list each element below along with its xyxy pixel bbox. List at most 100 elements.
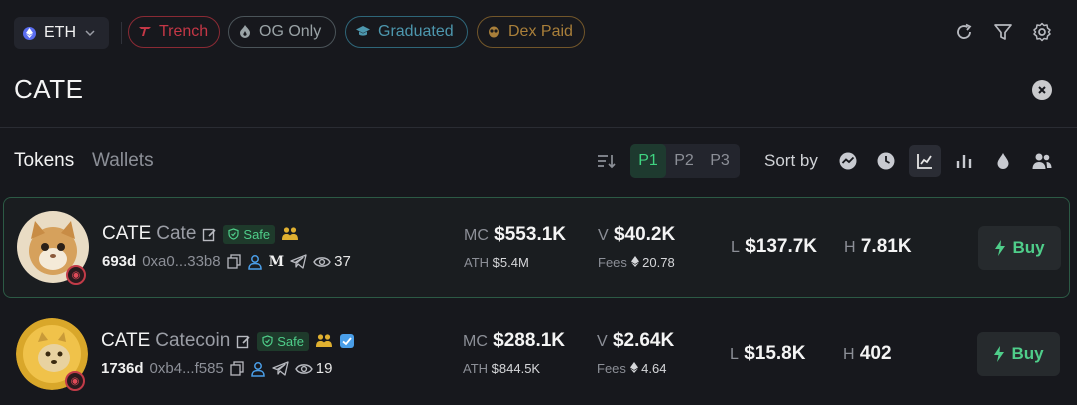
divider	[0, 127, 1077, 128]
chain-label: ETH	[44, 24, 76, 41]
volume-label: V	[598, 227, 609, 244]
volume: V $2.64K	[597, 330, 674, 352]
token-name-line: CATE Catecoin Safe	[101, 330, 355, 352]
liquidity-value: $137.7K	[745, 236, 818, 257]
token-name-line: CATE Cate Safe	[102, 223, 299, 245]
fees-label: Fees	[597, 361, 626, 376]
verified-icon	[340, 334, 355, 348]
fees-value: 20.78	[642, 255, 675, 270]
dev-wallet-icon[interactable]	[247, 254, 263, 270]
eye-icon	[313, 256, 331, 268]
users-icon[interactable]	[1030, 149, 1054, 173]
volume-value: $40.2K	[613, 224, 676, 245]
clear-search-button[interactable]	[1032, 80, 1052, 100]
trench-icon	[138, 25, 152, 40]
liquidity-value: $15.8K	[744, 343, 806, 364]
token-ticker: CATE	[101, 330, 151, 351]
sort-by-label: Sort by	[764, 151, 818, 170]
filter-icon[interactable]	[993, 22, 1013, 42]
volume-value: $2.64K	[612, 330, 675, 351]
chart-line-icon[interactable]	[909, 145, 941, 177]
search-input[interactable]: CATE	[14, 74, 83, 105]
liquidity-label: L	[731, 239, 740, 256]
all-time-high: ATH $5.4M	[464, 255, 529, 270]
safe-label: Safe	[243, 226, 271, 242]
token-ticker: CATE	[102, 223, 152, 244]
launchpad-badge-icon: ◉	[65, 371, 85, 391]
token-row[interactable]: ◉ CATE Catecoin Safe 1736d 0xb4...f585 1…	[3, 304, 1070, 405]
telegram-icon[interactable]	[272, 361, 289, 376]
fees-label: Fees	[598, 255, 627, 270]
settings-icon[interactable]	[1032, 22, 1052, 42]
page-button-p1[interactable]: P1	[630, 144, 666, 178]
holders-label: H	[843, 346, 855, 363]
copy-icon[interactable]	[226, 254, 241, 269]
edit-icon[interactable]	[236, 334, 251, 349]
owl-icon	[487, 24, 501, 41]
page-button-p3[interactable]: P3	[702, 144, 738, 178]
buy-button[interactable]: Buy	[978, 226, 1061, 270]
ath-value: $5.4M	[492, 255, 529, 270]
list-sort-icon[interactable]	[596, 152, 616, 170]
page-button-p2[interactable]: P2	[666, 144, 702, 178]
ethereum-icon	[23, 26, 36, 40]
filter-dex-paid[interactable]: Dex Paid	[477, 16, 585, 48]
mc-value: $288.1K	[493, 330, 566, 351]
filter-graduated[interactable]: Graduated	[345, 16, 468, 48]
token-age: 1736d	[101, 360, 144, 377]
filter-label: OG Only	[259, 23, 322, 40]
lightning-icon	[995, 240, 1006, 256]
droplet-icon[interactable]	[991, 149, 1015, 173]
tab-tokens[interactable]: Tokens	[14, 150, 74, 172]
refresh-icon[interactable]	[954, 22, 974, 42]
safe-badge: Safe	[223, 224, 276, 244]
edit-icon[interactable]	[202, 227, 217, 242]
filter-label: Graduated	[378, 23, 454, 40]
ethereum-icon	[629, 362, 638, 373]
chevron-down-icon	[85, 30, 95, 37]
buy-button[interactable]: Buy	[977, 332, 1060, 376]
token-address: 0xa0...33b8	[142, 253, 221, 270]
tab-wallets[interactable]: Wallets	[92, 150, 154, 172]
ath-label: ATH	[463, 361, 489, 376]
token-meta-line: 693d 0xa0...33b8 M 37	[102, 253, 351, 270]
flame-icon	[238, 24, 252, 41]
token-meta-line: 1736d 0xb4...f585 19	[101, 360, 332, 377]
token-name: Catecoin	[155, 330, 231, 351]
trend-icon[interactable]	[836, 149, 860, 173]
shield-check-icon	[228, 228, 240, 240]
dev-wallet-icon[interactable]	[250, 361, 266, 377]
holders: H 7.81K	[844, 236, 912, 258]
volume: V $40.2K	[598, 224, 675, 246]
clock-icon[interactable]	[874, 149, 898, 173]
filter-og-only[interactable]: OG Only	[228, 16, 336, 48]
eye-icon	[294, 363, 313, 375]
fees-value: 4.64	[641, 361, 667, 376]
fees: Fees 20.78	[598, 255, 675, 270]
safe-badge: Safe	[257, 331, 310, 351]
bar-chart-icon[interactable]	[952, 149, 976, 173]
volume-label: V	[597, 333, 608, 350]
safe-label: Safe	[277, 333, 305, 349]
market-cap: MC $553.1K	[464, 224, 566, 246]
buy-label: Buy	[1011, 344, 1044, 363]
chain-selector[interactable]: ETH	[14, 17, 109, 49]
mc-label: MC	[464, 227, 489, 244]
telegram-icon[interactable]	[290, 254, 307, 269]
holders-value: 7.81K	[860, 236, 912, 257]
medium-link-icon[interactable]: M	[269, 254, 285, 270]
divider	[121, 22, 122, 44]
token-address: 0xb4...f585	[149, 360, 224, 377]
liquidity: L $137.7K	[731, 236, 817, 258]
copy-icon[interactable]	[230, 361, 244, 376]
holders-value: 402	[859, 343, 892, 364]
token-row[interactable]: ◉ CATE Cate Safe 693d 0xa0...33b8 M 37 M…	[3, 197, 1070, 298]
market-cap: MC $288.1K	[463, 330, 565, 352]
filter-trench[interactable]: Trench	[128, 16, 220, 48]
fees: Fees 4.64	[597, 361, 666, 376]
launchpad-badge-icon: ◉	[66, 265, 86, 285]
filter-label: Dex Paid	[508, 23, 573, 40]
view-count: 37	[334, 253, 351, 270]
liquidity: L $15.8K	[730, 343, 805, 365]
ethereum-icon	[630, 256, 639, 267]
